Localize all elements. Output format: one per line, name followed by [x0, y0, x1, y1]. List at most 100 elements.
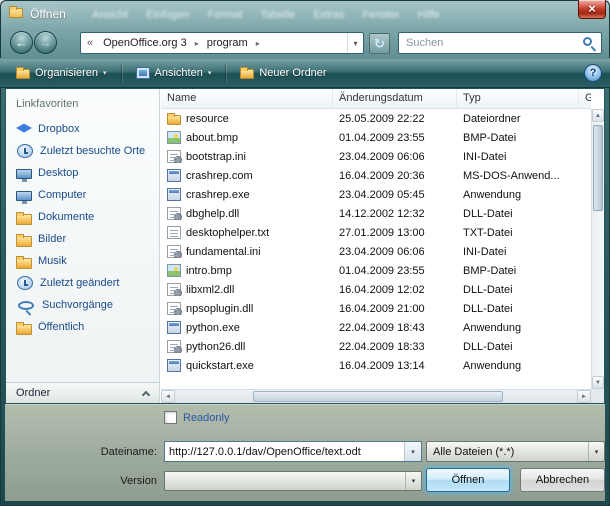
- breadcrumb-overflow-icon[interactable]: «: [81, 37, 99, 49]
- file-row[interactable]: libxml2.dll 16.04.2009 12:02 DLL-Datei: [161, 280, 591, 299]
- close-button[interactable]: ×: [578, 0, 606, 19]
- chevron-down-icon: ▾: [208, 69, 212, 77]
- file-row[interactable]: python26.dll 22.04.2009 18:33 DLL-Datei: [161, 337, 591, 356]
- file-icon: [167, 340, 181, 353]
- sidebar-item-icon: [17, 144, 33, 158]
- chevron-down-icon: ▾: [353, 39, 357, 48]
- horizontal-scroll-thumb[interactable]: [253, 391, 503, 402]
- file-icon: [167, 359, 181, 372]
- file-icon: [167, 150, 181, 163]
- sidebar-item-icon: [16, 214, 32, 225]
- back-button[interactable]: ←: [10, 31, 33, 54]
- file-row[interactable]: python.exe 22.04.2009 18:43 Anwendung: [161, 318, 591, 337]
- file-row[interactable]: fundamental.ini 23.04.2009 06:06 INI-Dat…: [161, 242, 591, 261]
- filename-input[interactable]: [165, 442, 404, 461]
- sidebar-item[interactable]: Musik: [6, 250, 159, 272]
- file-date: 22.04.2009 18:43: [333, 322, 457, 334]
- file-type: BMP-Datei: [457, 265, 579, 277]
- file-icon: [167, 302, 181, 315]
- file-icon: [167, 321, 181, 334]
- sidebar-item[interactable]: Zuletzt besuchte Orte: [6, 140, 159, 162]
- file-type: INI-Datei: [457, 151, 579, 163]
- file-date: 01.04.2009 23:55: [333, 265, 457, 277]
- file-date: 25.05.2009 22:22: [333, 113, 457, 125]
- file-name: quickstart.exe: [186, 360, 254, 372]
- sidebar-item-icon: [17, 276, 33, 290]
- filename-dropdown[interactable]: ▾: [404, 442, 421, 461]
- file-row[interactable]: dbghelp.dll 14.12.2002 12:32 DLL-Datei: [161, 204, 591, 223]
- scroll-left-button[interactable]: ◄: [161, 390, 175, 403]
- sidebar-item-icon: [16, 191, 32, 201]
- sidebar-item-icon: [16, 124, 32, 137]
- file-icon: [167, 188, 181, 201]
- scrollbar-corner: [591, 389, 604, 403]
- file-row[interactable]: about.bmp 01.04.2009 23:55 BMP-Datei: [161, 128, 591, 147]
- file-name: python.exe: [186, 322, 240, 334]
- file-type: DLL-Datei: [457, 303, 579, 315]
- readonly-label[interactable]: Readonly: [183, 412, 229, 424]
- column-header-name[interactable]: Name: [161, 89, 333, 108]
- views-button[interactable]: Ansichten ▾: [128, 61, 220, 85]
- file-date: 27.01.2009 13:00: [333, 227, 457, 239]
- column-header-type[interactable]: Typ: [457, 89, 579, 108]
- search-input[interactable]: [399, 33, 575, 53]
- folders-expander[interactable]: Ordner: [6, 382, 159, 403]
- title-bar[interactable]: Öffnen Ansicht Einfügen Format Tabelle E…: [0, 0, 610, 28]
- version-select[interactable]: ▾: [164, 471, 422, 491]
- file-row[interactable]: bootstrap.ini 23.04.2009 06:06 INI-Datei: [161, 147, 591, 166]
- horizontal-scrollbar[interactable]: ◄ ►: [161, 389, 591, 403]
- refresh-button[interactable]: ↻: [369, 33, 390, 54]
- sidebar-item-icon: [16, 324, 32, 335]
- chevron-right-icon: ▸: [191, 39, 203, 48]
- sidebar-item[interactable]: Desktop: [6, 162, 159, 184]
- file-row[interactable]: npsoplugin.dll 16.04.2009 21:00 DLL-Date…: [161, 299, 591, 318]
- forward-button[interactable]: →: [34, 31, 57, 54]
- vertical-scrollbar[interactable]: ▲ ▼: [591, 109, 604, 389]
- open-button[interactable]: Öffnen: [426, 468, 510, 492]
- breadcrumb-item[interactable]: program ▸: [203, 33, 264, 53]
- file-type: DLL-Datei: [457, 341, 579, 353]
- file-row[interactable]: desktophelper.txt 27.01.2009 13:00 TXT-D…: [161, 223, 591, 242]
- filetype-select[interactable]: Alle Dateien (*.*) ▾: [426, 441, 605, 462]
- file-name: about.bmp: [186, 132, 238, 144]
- sidebar-item[interactable]: Bilder: [6, 228, 159, 250]
- chevron-right-icon: ▸: [252, 39, 264, 48]
- file-name: crashrep.exe: [186, 189, 250, 201]
- vertical-scroll-thumb[interactable]: [593, 125, 603, 211]
- readonly-checkbox[interactable]: [164, 411, 177, 424]
- breadcrumb-dropdown[interactable]: ▾: [347, 33, 363, 53]
- sidebar-item[interactable]: Dokumente: [6, 206, 159, 228]
- sidebar-item[interactable]: Öffentlich: [6, 316, 159, 338]
- cancel-button[interactable]: Abbrechen: [520, 468, 605, 492]
- column-header-size[interactable]: G: [579, 89, 591, 108]
- scroll-down-button[interactable]: ▼: [592, 376, 604, 389]
- file-name: fundamental.ini: [186, 246, 261, 258]
- dialog-footer: Readonly Dateiname: ▾ Alle Dateien (*.*)…: [5, 404, 605, 501]
- file-row[interactable]: intro.bmp 01.04.2009 23:55 BMP-Datei: [161, 261, 591, 280]
- help-button[interactable]: ?: [584, 64, 602, 82]
- file-row[interactable]: resource 25.05.2009 22:22 Dateiordner: [161, 109, 591, 128]
- sidebar-item-icon: [18, 301, 34, 310]
- file-row[interactable]: quickstart.exe 16.04.2009 13:14 Anwendun…: [161, 356, 591, 375]
- file-row[interactable]: crashrep.exe 23.04.2009 05:45 Anwendung: [161, 185, 591, 204]
- file-row[interactable]: crashrep.com 16.04.2009 20:36 MS-DOS-Anw…: [161, 166, 591, 185]
- breadcrumb: « OpenOffice.org 3 ▸ program ▸ ▾: [80, 32, 364, 54]
- sidebar-item[interactable]: Computer: [6, 184, 159, 206]
- scroll-right-button[interactable]: ►: [577, 390, 591, 403]
- breadcrumb-item[interactable]: OpenOffice.org 3 ▸: [99, 33, 203, 53]
- sidebar-item[interactable]: Zuletzt geändert: [6, 272, 159, 294]
- file-icon: [167, 207, 181, 220]
- search-box: [398, 32, 602, 54]
- file-icon: [167, 169, 181, 182]
- command-toolbar: Organisieren ▾ Ansichten ▾ Neuer Ordner …: [0, 58, 610, 88]
- search-icon[interactable]: [583, 37, 592, 46]
- sidebar-item[interactable]: Suchvorgänge: [6, 294, 159, 316]
- column-header-date[interactable]: Änderungsdatum: [333, 89, 457, 108]
- scroll-up-button[interactable]: ▲: [592, 109, 604, 122]
- sidebar-item[interactable]: Dropbox: [6, 118, 159, 140]
- help-icon: ?: [590, 67, 597, 79]
- organize-button[interactable]: Organisieren ▾: [8, 61, 115, 85]
- new-folder-button[interactable]: Neuer Ordner: [232, 61, 334, 85]
- filename-label: Dateiname:: [5, 446, 157, 458]
- toolbar-separator: [225, 64, 226, 82]
